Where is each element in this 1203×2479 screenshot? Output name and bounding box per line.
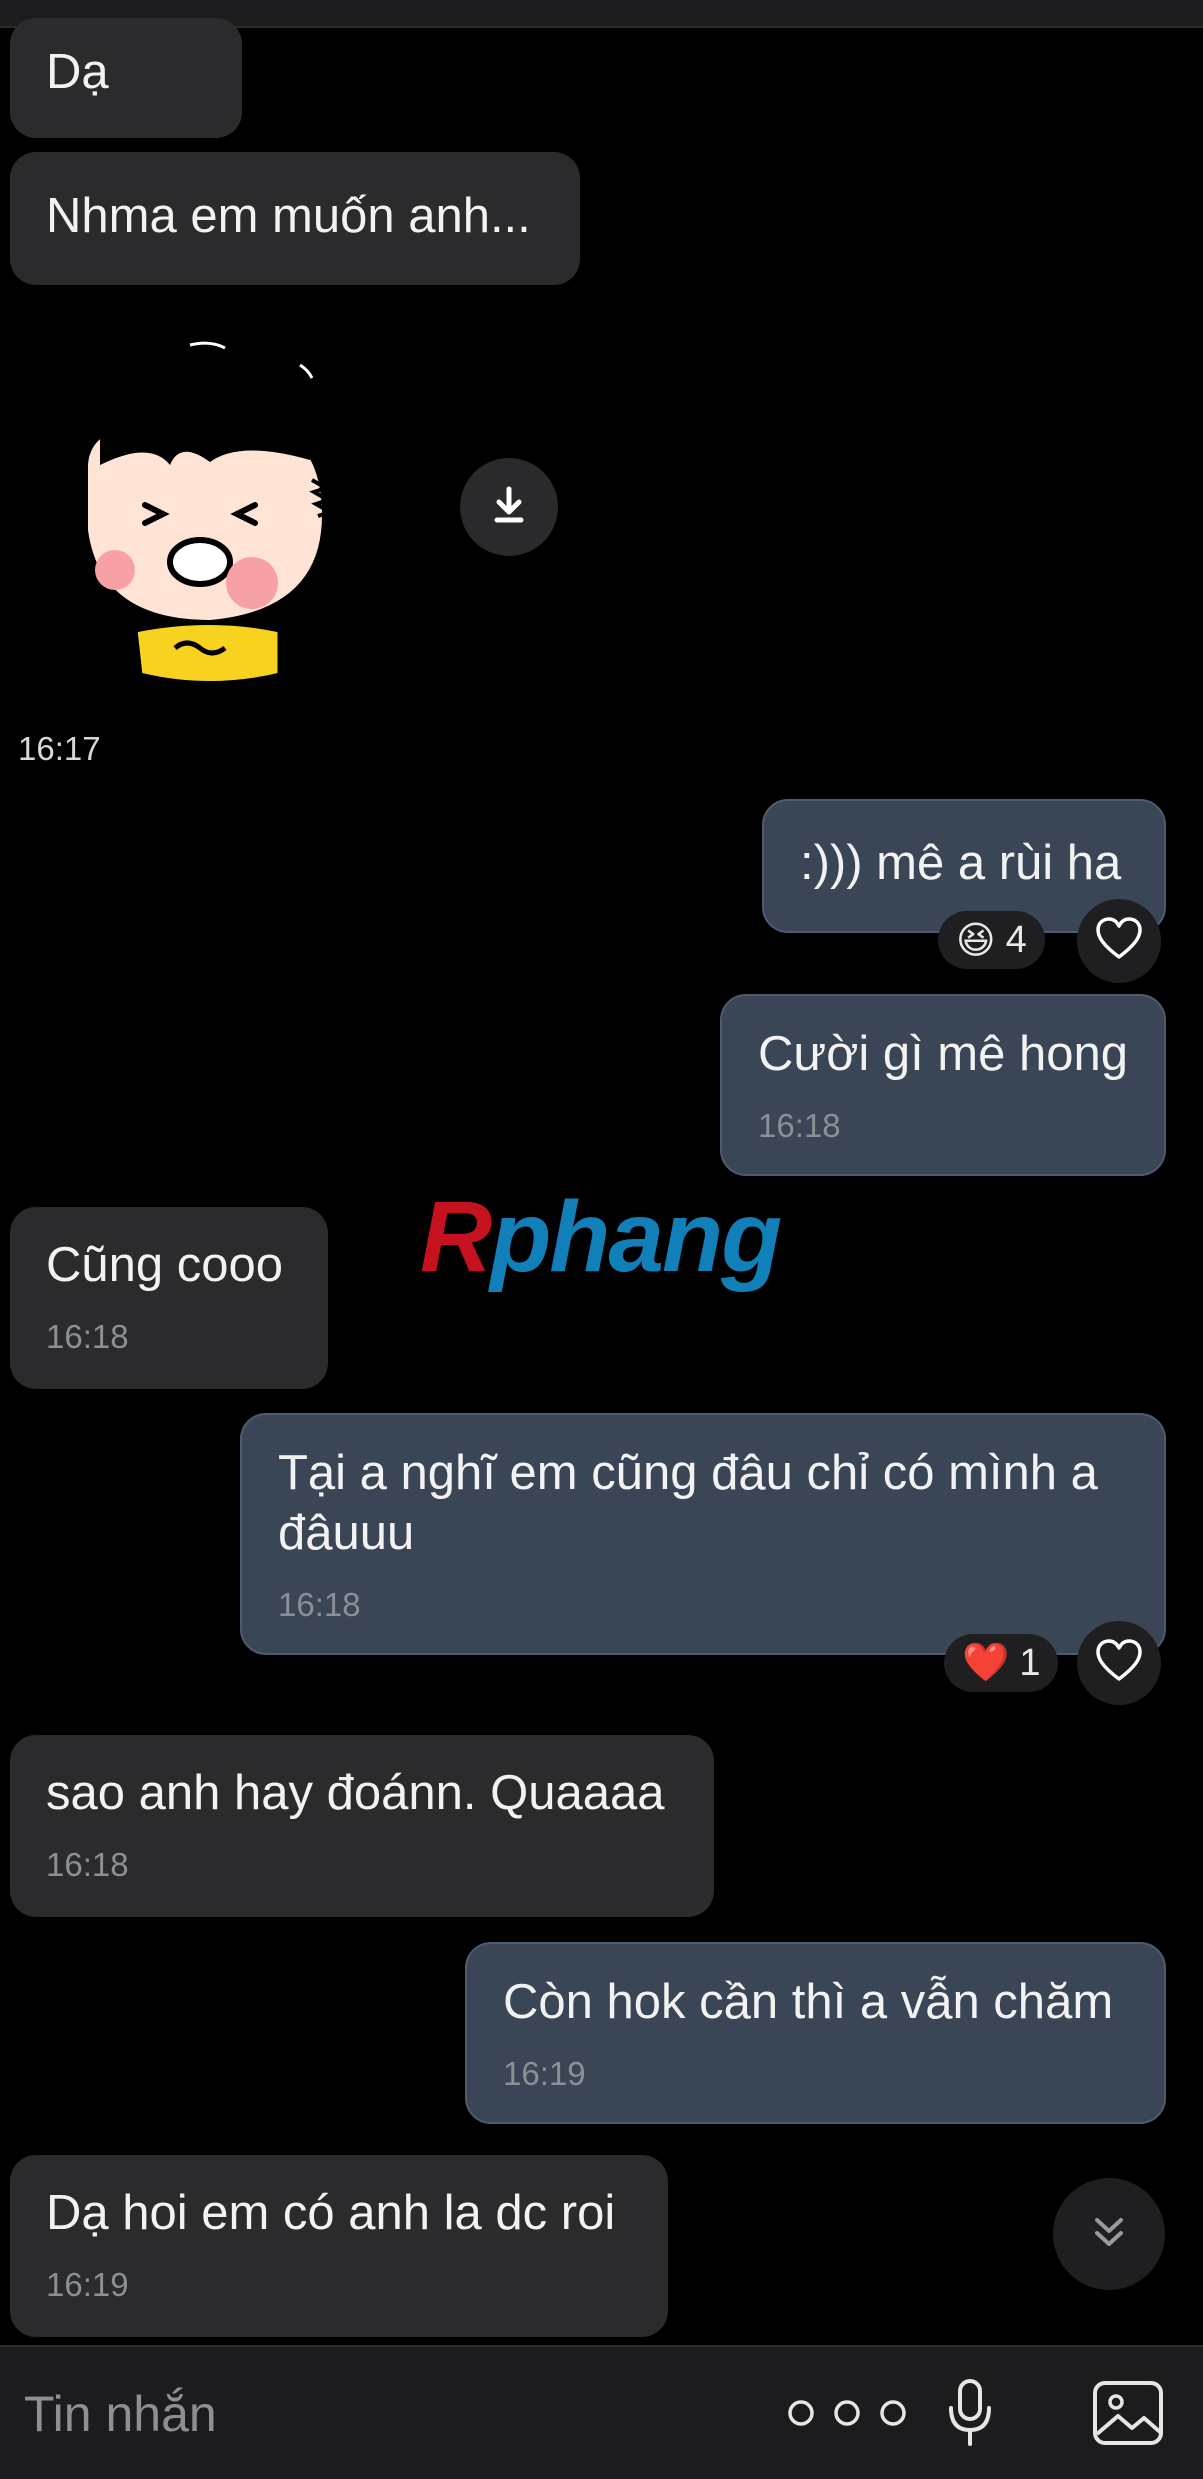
message-bubble-outgoing[interactable]: Còn hok cần thì a vẫn chăm 16:19 [465,1942,1166,2124]
reaction-count-value: 4 [1005,918,1027,961]
reaction-count[interactable]: ❤️ 1 [944,1634,1059,1692]
message-bubble-incoming[interactable]: Dạ [10,18,242,138]
laughing-emoji-icon: 😆 [956,919,996,962]
microphone-icon[interactable] [940,2375,1000,2451]
double-chevron-down-icon [1089,2212,1129,2257]
message-time: 16:18 [46,1846,129,1883]
image-gallery-icon[interactable] [1090,2377,1166,2449]
message-bubble-outgoing[interactable]: Cười gì mê hong 16:18 [720,994,1166,1176]
watermark-first-letter: R [420,1181,492,1293]
message-text: Dạ [46,45,109,99]
more-dots-icon[interactable] [784,2393,910,2433]
message-time: 16:18 [278,1586,361,1623]
message-bubble-incoming[interactable]: sao anh hay đoánn. Quaaaa 16:18 [10,1735,714,1917]
message-text: Còn hok cần thì a vẫn chăm [503,1975,1114,2029]
message-text: :))) mê a rùi ha [800,836,1122,890]
heart-outline-icon [1095,916,1143,966]
message-time: 16:19 [46,2266,129,2303]
message-composer [0,2345,1203,2479]
message-text: Dạ hoi em có anh la dc roi [46,2186,616,2240]
react-heart-button[interactable] [1077,899,1161,983]
watermark-text: phang [490,1181,782,1293]
download-icon [487,483,531,532]
heart-outline-icon [1095,1638,1143,1688]
message-text: Nhma em muốn anh... [46,189,531,243]
reaction-count-value: 1 [1019,1641,1041,1684]
message-time: 16:18 [46,1318,129,1355]
scroll-to-bottom-button[interactable] [1053,2178,1165,2290]
message-input[interactable] [22,2377,726,2451]
message-time: 16:19 [503,2055,586,2092]
message-bubble-incoming[interactable]: Dạ hoi em có anh la dc roi 16:19 [10,2155,668,2337]
message-time: 16:17 [18,730,101,767]
red-heart-emoji-icon: ❤️ [962,1642,1010,1684]
message-time: 16:18 [758,1107,841,1144]
message-text: sao anh hay đoánn. Quaaaa [46,1766,665,1820]
watermark-logo: Rphang [420,1180,782,1295]
message-bubble-outgoing[interactable]: Tại a nghĩ em cũng đâu chỉ có mình a đâu… [240,1413,1166,1655]
sticker-image[interactable] [60,330,350,700]
message-bubble-incoming[interactable]: Nhma em muốn anh... [10,152,580,285]
react-heart-button[interactable] [1077,1621,1161,1705]
reaction-count[interactable]: 😆 4 [938,911,1045,969]
message-text: Tại a nghĩ em cũng đâu chỉ có mình a đâu… [278,1446,1098,1560]
message-bubble-incoming[interactable]: Cũng cooo 16:18 [10,1207,328,1389]
message-text: Cũng cooo [46,1238,284,1292]
message-text: Cười gì mê hong [758,1027,1128,1081]
download-button[interactable] [460,458,558,556]
